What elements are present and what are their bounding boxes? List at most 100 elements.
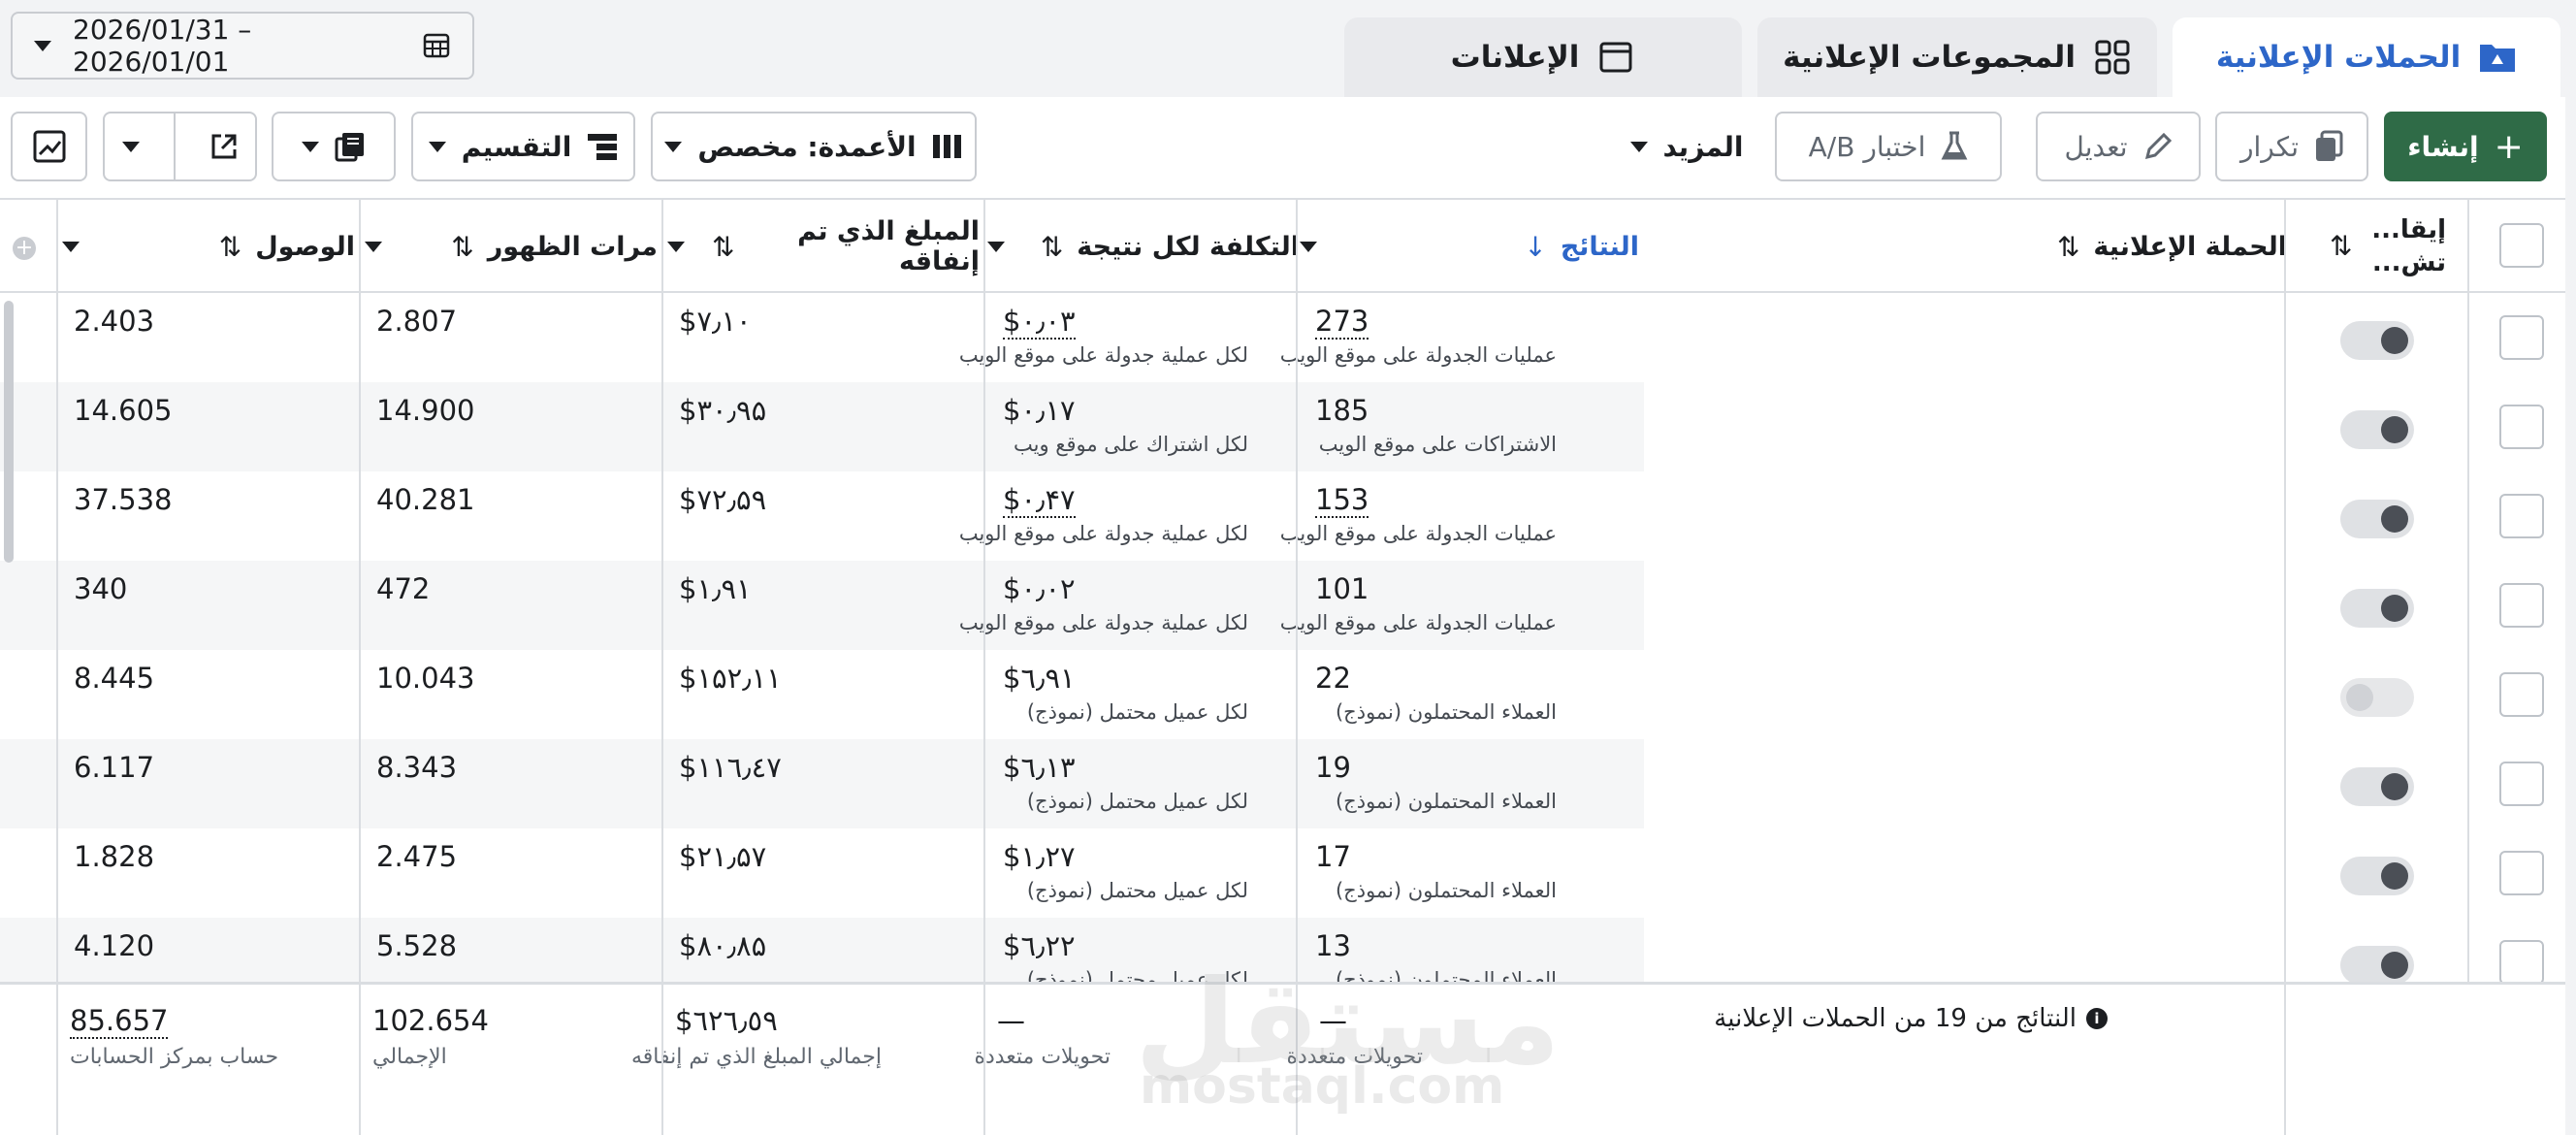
- footer-summary-label: النتائج من 19 من الحملات الإعلانية: [1714, 1004, 2077, 1033]
- export-split-button[interactable]: [103, 112, 257, 181]
- tab-label: الإعلانات: [1450, 40, 1580, 75]
- chevron-down-icon[interactable]: [667, 241, 685, 252]
- chevron-down-icon[interactable]: [365, 241, 382, 252]
- column-header-results[interactable]: النتائج ↓: [1300, 200, 1639, 293]
- cost-per-result-value: $٦٫۱۳: [1003, 751, 1076, 784]
- pencil-icon: [2144, 132, 2172, 160]
- footer-spent-sub: إجمالي المبلغ الذي تم إنفاقه: [630, 1045, 882, 1069]
- amount-spent-value: $۷٫۱۰: [679, 305, 752, 338]
- campaign-status-toggle[interactable]: [2340, 857, 2414, 895]
- row-metrics-zone: [0, 650, 1644, 739]
- reach-value: 1.828: [74, 840, 155, 873]
- cost-per-result-value[interactable]: $۰٫۰۳: [1003, 305, 1076, 340]
- cost-per-result-value: $٦٫۹۱: [1003, 662, 1076, 695]
- reach-value: 6.117: [74, 751, 155, 784]
- sort-desc-icon[interactable]: ↓: [1524, 231, 1546, 263]
- duplicate-button[interactable]: تكرار: [2215, 112, 2368, 181]
- row-checkbox[interactable]: [2499, 405, 2544, 449]
- results-value: 185: [1315, 394, 1369, 427]
- table-row[interactable]: 185 الاشتراكات على موقع الويب $۰٫۱۷ لكل …: [0, 382, 2565, 471]
- reports-icon: [335, 133, 364, 162]
- column-header-campaign[interactable]: الحملة الإعلانية ⇅: [2054, 200, 2287, 293]
- tab-ad-sets[interactable]: المجموعات الإعلانية: [1757, 17, 2157, 97]
- ab-test-button[interactable]: اختبار A/B: [1775, 112, 2002, 181]
- column-header-impressions[interactable]: مرات الظهور ⇅: [365, 200, 658, 293]
- results-type: العملاء المحتملون (نموذج): [1335, 700, 1557, 724]
- chevron-down-icon[interactable]: [62, 241, 80, 252]
- sort-icon[interactable]: ⇅: [2057, 231, 2079, 263]
- row-checkbox[interactable]: [2499, 672, 2544, 717]
- row-checkbox[interactable]: [2499, 762, 2544, 806]
- breakdown-icon: [588, 134, 618, 160]
- campaign-status-toggle[interactable]: [2340, 946, 2414, 985]
- table-row[interactable]: 19 العملاء المحتملون (نموذج) $٦٫۱۳ لكل ع…: [0, 739, 2565, 828]
- amount-spent-value: $۸۰٫۸۵: [679, 929, 767, 962]
- export-icon: [211, 134, 236, 159]
- column-header-status[interactable]: إيقا... تش... ⇅: [2330, 200, 2446, 293]
- table-row[interactable]: 273 عمليات الجدولة على موقع الويب $۰٫۰۳ …: [0, 293, 2565, 382]
- chevron-down-icon: [121, 141, 140, 152]
- campaign-status-toggle[interactable]: [2340, 410, 2414, 449]
- results-value[interactable]: 273: [1315, 305, 1369, 340]
- reports-dropdown[interactable]: [272, 112, 396, 181]
- footer-summary: i النتائج من 19 من الحملات الإعلانية: [1714, 1004, 2108, 1033]
- column-header-reach[interactable]: الوصول ⇅: [62, 200, 355, 293]
- duplicate-label: تكرار: [2240, 130, 2300, 163]
- row-checkbox[interactable]: [2499, 940, 2544, 985]
- date-range-label: 2026/01/31 – 2026/01/01: [73, 14, 252, 78]
- columns-dropdown[interactable]: الأعمدة: مخصص: [651, 112, 977, 181]
- table-row[interactable]: 17 العملاء المحتملون (نموذج) $۱٫۲۷ لكل ع…: [0, 828, 2565, 918]
- edit-button[interactable]: تعديل: [2036, 112, 2201, 181]
- folder-icon: [2478, 38, 2517, 77]
- date-range-picker[interactable]: 2026/01/31 – 2026/01/01: [11, 12, 474, 80]
- row-checkbox[interactable]: [2499, 315, 2544, 360]
- column-header-label: التكلفة لكل نتيجة: [1077, 231, 1300, 262]
- charts-button[interactable]: [11, 112, 87, 181]
- vertical-scrollbar[interactable]: [4, 301, 14, 563]
- select-all-checkbox[interactable]: [2499, 223, 2544, 268]
- chevron-down-icon[interactable]: [1300, 241, 1317, 252]
- more-dropdown[interactable]: المزيد: [1625, 112, 1749, 181]
- results-value: 22: [1315, 662, 1351, 695]
- results-value[interactable]: 153: [1315, 483, 1369, 518]
- campaign-status-toggle[interactable]: [2340, 321, 2414, 360]
- info-icon[interactable]: i: [2086, 1008, 2108, 1029]
- campaign-status-toggle[interactable]: [2340, 767, 2414, 806]
- tab-ads[interactable]: الإعلانات: [1344, 17, 1742, 97]
- reach-value: 14.605: [74, 394, 173, 427]
- ab-test-label: اختبار A/B: [1808, 130, 1926, 163]
- cost-per-result-value[interactable]: $۰٫۴۷: [1003, 483, 1076, 518]
- chevron-down-icon[interactable]: [987, 241, 1005, 252]
- results-type: عمليات الجدولة على موقع الويب: [1279, 522, 1557, 545]
- tab-campaigns[interactable]: الحملات الإعلانية: [2173, 17, 2560, 97]
- cost-per-result-type: لكل عميل محتمل (نموذج): [1026, 790, 1248, 813]
- campaign-status-toggle[interactable]: [2340, 500, 2414, 538]
- amount-spent-value: $۱٫۹۱: [679, 572, 752, 605]
- grid-icon: [2093, 38, 2132, 77]
- footer-impressions: 102.654: [372, 1004, 489, 1037]
- add-column-icon[interactable]: +: [13, 237, 36, 260]
- impressions-value: 5.528: [376, 929, 458, 962]
- row-metrics-zone: [0, 471, 1644, 561]
- row-checkbox[interactable]: [2499, 494, 2544, 538]
- row-checkbox[interactable]: [2499, 583, 2544, 628]
- sort-icon[interactable]: ⇅: [219, 231, 242, 263]
- sort-icon[interactable]: ⇅: [712, 231, 734, 263]
- sort-icon[interactable]: ⇅: [1041, 231, 1063, 263]
- column-header-amount-spent[interactable]: المبلغ الذي تم إنفاقه ⇅: [667, 200, 980, 293]
- results-type: العملاء المحتملون (نموذج): [1335, 790, 1557, 813]
- sort-icon[interactable]: ⇅: [2330, 230, 2352, 263]
- table-row[interactable]: 101 عمليات الجدولة على موقع الويب $۰٫۰۲ …: [0, 561, 2565, 650]
- results-value: 19: [1315, 751, 1351, 784]
- row-metrics-zone: [0, 739, 1644, 828]
- row-checkbox[interactable]: [2499, 851, 2544, 895]
- table-row[interactable]: 22 العملاء المحتملون (نموذج) $٦٫۹۱ لكل ع…: [0, 650, 2565, 739]
- ad-window-icon: [1596, 38, 1635, 77]
- campaign-status-toggle[interactable]: [2340, 589, 2414, 628]
- sort-icon[interactable]: ⇅: [451, 231, 473, 263]
- breakdown-dropdown[interactable]: التقسيم: [411, 112, 635, 181]
- create-button[interactable]: + إنشاء: [2384, 112, 2547, 181]
- table-row[interactable]: 153 عمليات الجدولة على موقع الويب $۰٫۴۷ …: [0, 471, 2565, 561]
- column-header-cost-per-result[interactable]: التكلفة لكل نتيجة ⇅: [987, 200, 1300, 293]
- campaign-status-toggle[interactable]: [2340, 678, 2414, 717]
